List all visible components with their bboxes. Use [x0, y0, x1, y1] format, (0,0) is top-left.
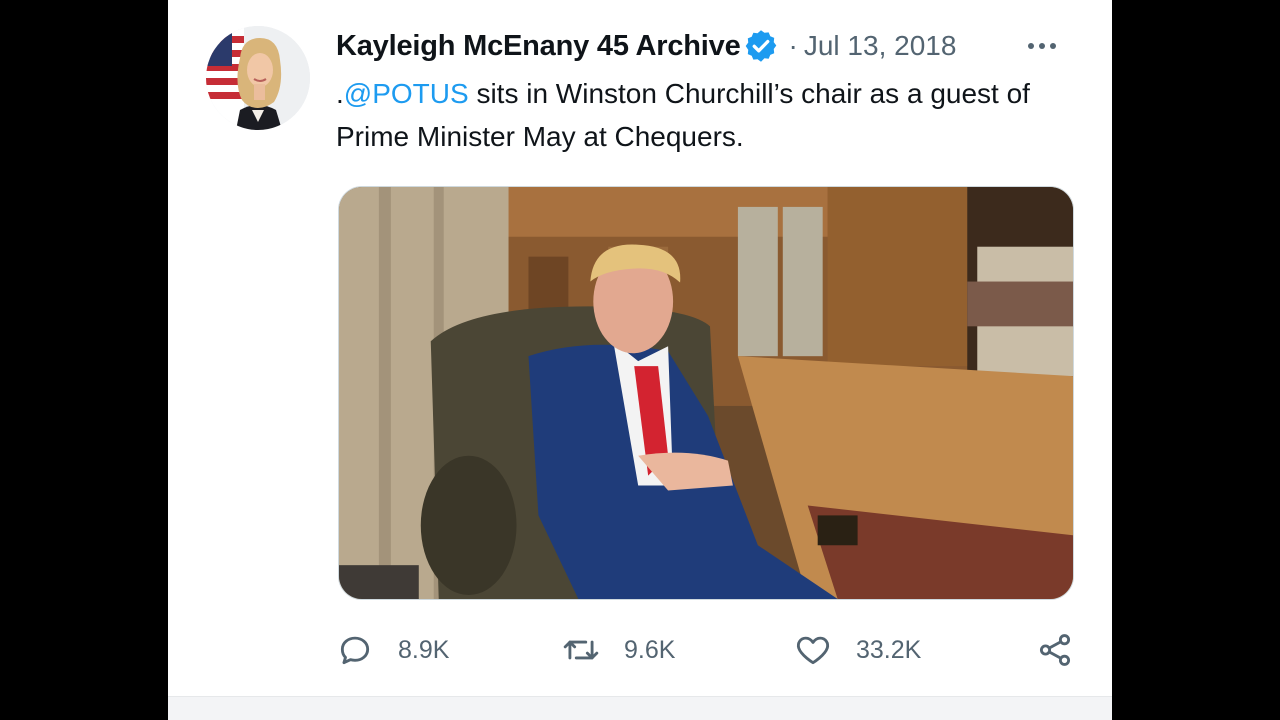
mention-link[interactable]: @POTUS	[344, 78, 469, 109]
tweet-actions: 8.9K 9.6K 33.2K	[336, 626, 1076, 674]
header-separator: ·	[788, 30, 798, 61]
retweet-button[interactable]: 9.6K	[562, 626, 675, 674]
text-prefix: .	[336, 78, 344, 109]
more-dot	[1028, 43, 1034, 49]
like-button[interactable]: 33.2K	[794, 626, 921, 674]
tweet-date[interactable]: Jul 13, 2018	[804, 30, 957, 62]
avatar-image	[206, 26, 310, 130]
reply-button[interactable]: 8.9K	[336, 626, 449, 674]
tweet-text: .@POTUS sits in Winston Churchill’s chai…	[336, 72, 1056, 158]
retweet-count: 9.6K	[624, 635, 676, 664]
heart-icon	[796, 636, 830, 665]
display-name[interactable]: Kayleigh McEnany 45 Archive	[336, 30, 741, 63]
tweet-card[interactable]: Kayleigh McEnany 45 Archive · Jul 13, 20…	[168, 0, 1112, 720]
share-icon	[1039, 634, 1071, 666]
verified-badge-icon	[745, 30, 776, 62]
tweet-photo[interactable]	[338, 186, 1074, 600]
photo-image	[339, 187, 1073, 599]
more-horizontal-icon[interactable]	[1022, 30, 1062, 62]
card-bottom-border	[168, 696, 1112, 720]
reply-bubble-icon	[340, 636, 370, 665]
avatar[interactable]	[206, 26, 310, 130]
more-dot	[1039, 43, 1045, 49]
more-dot	[1050, 43, 1056, 49]
retweet-icon	[563, 640, 599, 660]
like-count: 33.2K	[856, 635, 922, 664]
share-button[interactable]	[1036, 626, 1074, 674]
reply-count: 8.9K	[398, 635, 450, 664]
tweet-header: Kayleigh McEnany 45 Archive · Jul 13, 20…	[336, 26, 1076, 66]
